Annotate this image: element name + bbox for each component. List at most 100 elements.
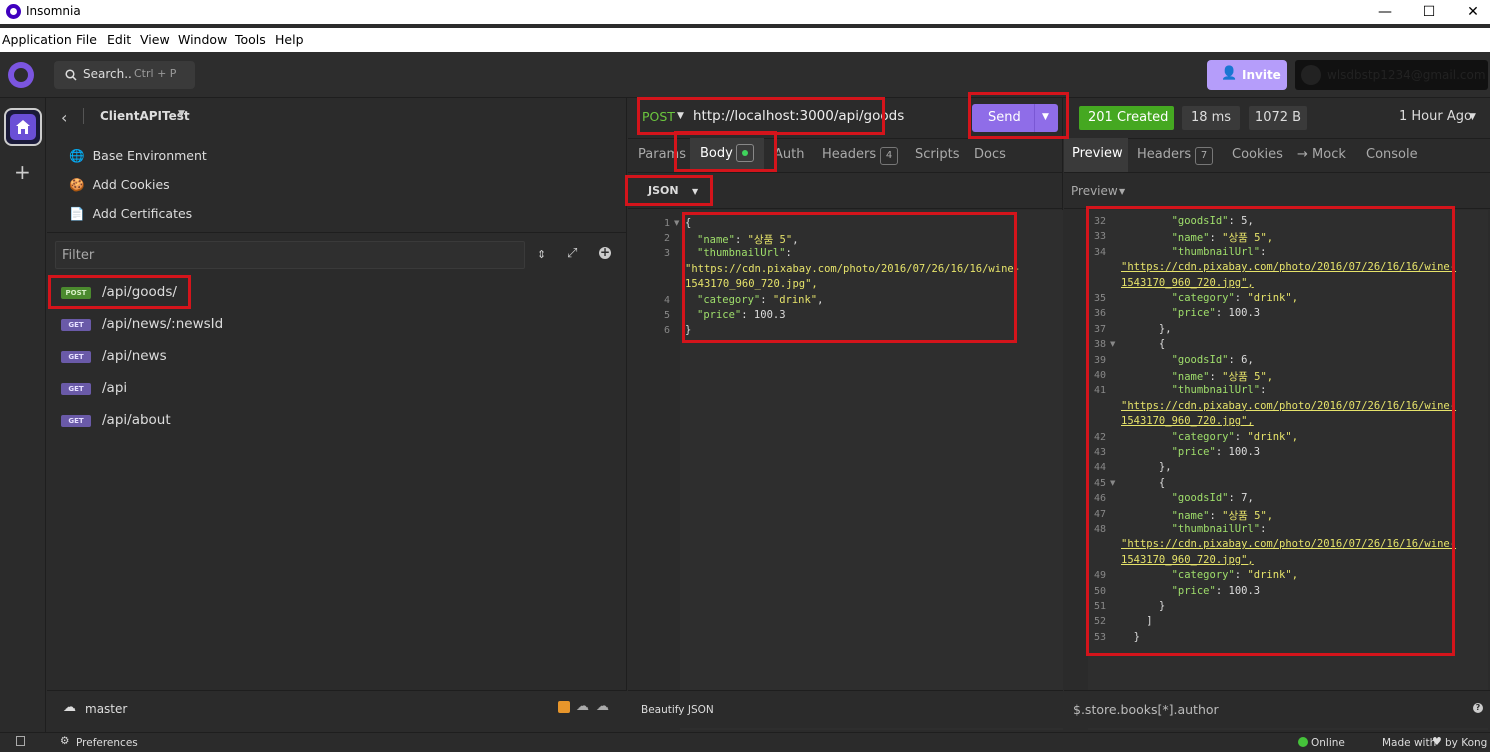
request-item[interactable]: GET /api/about [47,405,607,437]
menu-view[interactable]: View [140,32,170,47]
response-filter-input[interactable]: $.store.books[*].author [1073,702,1219,717]
menu-help[interactable]: Help [275,32,304,47]
cloud-upload-icon[interactable]: ☁ [576,699,589,714]
beautify-json-button[interactable]: Beautify JSON [641,704,714,716]
close-button[interactable]: ✕ [1450,0,1490,24]
highlight-box [625,175,713,206]
editor-actions-bar: Beautify JSON [628,690,1063,728]
sidebar: ‹ ClientAPITest ▼ 🌐 Base Environment 🍪 Add… [47,98,627,728]
response-time: 18 ms [1182,106,1240,130]
home-button[interactable] [4,108,42,146]
cloud-sync-icon[interactable]: ☁ [596,699,609,714]
minimize-button[interactable]: — [1362,0,1408,24]
add-request-icon[interactable]: + [599,246,611,259]
search-icon [65,69,77,81]
line-number: 3 [663,248,670,259]
preferences-button[interactable]: Preferences [76,737,138,749]
project-name[interactable]: ClientAPITest [100,109,190,123]
invite-label: Invite [1242,68,1281,82]
filter-input[interactable]: Filter [55,241,525,269]
history-chevron-icon[interactable]: ▼ [1469,112,1476,122]
preview-mode-dropdown-icon[interactable]: ▼ [1119,187,1125,196]
search-button[interactable]: Search.. Ctrl + P [54,61,195,89]
account-email: wlsdbstp1234@gmail.com [1327,68,1486,82]
sort-icon[interactable]: ⇕ [537,248,546,261]
highlight-box [637,97,885,135]
tab-preview[interactable]: Preview [1064,138,1128,172]
add-cookies-item[interactable]: 🍪 Add Cookies [69,177,170,193]
menu-edit[interactable]: Edit [107,32,131,47]
cloud-icon: ☁ [63,700,76,715]
search-label: Search.. [83,67,132,81]
menu-tools[interactable]: Tools [235,32,266,47]
by-kong-text: by Kong [1445,737,1488,749]
line-number: 1 [663,218,670,229]
toggle-sidebar-icon[interactable] [16,736,25,746]
tab-auth[interactable]: Auth [774,147,804,162]
highlight-box [674,131,777,172]
request-item[interactable]: GET /api/news/:newsId [47,309,607,341]
status-badge: 201 Created [1079,106,1174,130]
search-shortcut: Ctrl + P [134,67,177,80]
tab-response-headers[interactable]: Headers 7 [1137,147,1214,165]
preview-mode-selector[interactable]: Preview [1071,184,1118,198]
add-user-icon: 👤 [1221,66,1238,81]
environment-name[interactable]: master [85,702,127,716]
tab-mock[interactable]: → Mock [1297,147,1346,162]
method-badge: GET [61,351,91,363]
invite-button[interactable]: 👤 Invite [1207,60,1287,90]
add-workspace-icon[interactable]: + [14,160,31,184]
insomnia-app-icon [6,4,21,19]
online-dot-icon [1298,737,1308,747]
maximize-button[interactable]: ☐ [1406,0,1452,24]
divider [628,208,1063,209]
headers-count: 4 [880,147,899,165]
line-gutter [628,210,680,730]
menu-window[interactable]: Window [178,32,227,47]
app-header: Search.. Ctrl + P 👤 Invite wlsdbstp1234@… [0,52,1490,98]
window-title: Insomnia [26,4,81,18]
tab-docs[interactable]: Docs [974,147,1006,162]
account-menu[interactable]: wlsdbstp1234@gmail.com [1295,60,1488,90]
base-environment-item[interactable]: 🌐 Base Environment [69,148,207,164]
highlight-box [1086,206,1455,656]
response-filter-bar: $.store.books[*].author ? [1064,690,1490,728]
add-certificates-item[interactable]: 📄 Add Certificates [69,206,192,222]
project-dropdown-icon[interactable]: ▼ [178,109,185,119]
menu-application[interactable]: Application [2,32,72,47]
avatar [1301,65,1321,85]
cookie-icon: 🍪 [69,177,85,192]
divider [83,108,84,124]
heart-icon: ♥ [1432,735,1442,748]
tab-console[interactable]: Console [1366,147,1418,162]
menu-file[interactable]: File [76,32,97,47]
cube-icon[interactable] [558,701,570,713]
environment-bar: ☁ master ☁ ☁ [47,690,627,728]
tab-headers[interactable]: Headers 4 [822,147,899,165]
certificate-icon: 📄 [69,206,85,221]
status-text: 201 Created [1088,110,1169,125]
method-badge: GET [61,415,91,427]
line-number: 2 [663,233,670,244]
history-dropdown[interactable]: 1 Hour Ago [1399,109,1472,124]
request-item[interactable]: GET /api/news [47,341,607,373]
response-size: 1072 B [1249,106,1307,130]
home-icon [16,120,30,134]
help-icon[interactable]: ? [1473,703,1483,713]
tab-scripts[interactable]: Scripts [915,147,959,162]
highlight-box [682,212,1017,343]
menu-bar: Application File Edit View Window Tools … [0,28,1490,52]
made-with-text: Made with [1382,737,1437,749]
method-badge: GET [61,383,91,395]
globe-icon: 🌐 [69,148,85,163]
tab-preview-label: Preview [1072,146,1123,161]
tab-cookies[interactable]: Cookies [1232,147,1283,162]
request-item[interactable]: GET /api [47,373,607,405]
headers-count: 7 [1195,147,1214,165]
line-number: 4 [663,295,670,306]
status-bar: ⚙ Preferences Online Made with ♥ by Kong [0,732,1490,752]
fold-icon[interactable]: ▼ [674,219,679,227]
expand-icon[interactable]: ⤢ [567,246,577,261]
insomnia-logo-icon[interactable] [8,62,34,88]
back-chevron-icon[interactable]: ‹ [61,108,67,127]
